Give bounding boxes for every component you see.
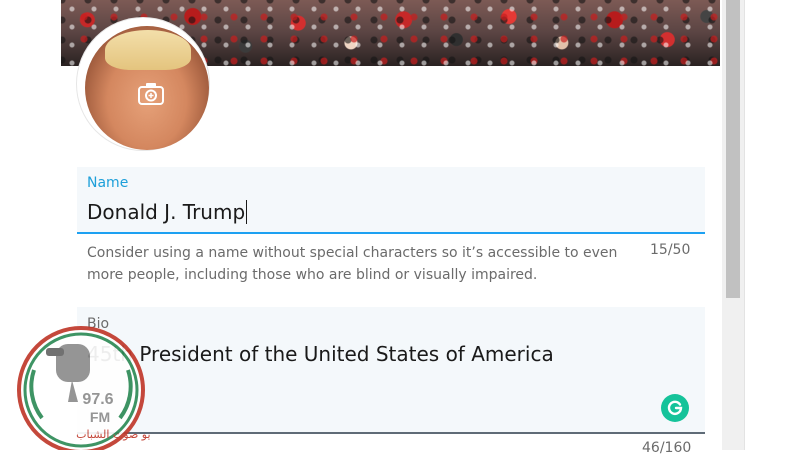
avatar-photo <box>85 26 209 150</box>
grammarly-icon[interactable] <box>661 394 689 422</box>
name-label: Name <box>87 175 129 191</box>
name-field[interactable]: Name Donald J. Trump <box>77 167 705 234</box>
scrollbar-thumb[interactable] <box>726 0 740 298</box>
avatar[interactable] <box>77 18 209 150</box>
station-logo: 97.6 FM راديو صوت الشباب <box>17 326 150 450</box>
name-char-count: 15/50 <box>650 242 691 258</box>
name-help-text: Consider using a name without special ch… <box>87 245 618 283</box>
watermark-band: FM <box>90 409 110 425</box>
text-caret <box>246 200 248 224</box>
watermark-station-text: راديو صوت الشباب <box>76 428 150 441</box>
avatar-hair <box>105 30 191 70</box>
bio-field[interactable]: Bio 45th President of the United States … <box>77 307 705 434</box>
bio-char-count: 46/160 <box>642 440 692 456</box>
camera-icon[interactable] <box>137 82 165 106</box>
watermark-frequency: 97.6 <box>82 391 113 408</box>
grammarly-g-glyph <box>667 400 683 415</box>
name-input[interactable]: Donald J. Trump <box>87 200 248 224</box>
bio-input[interactable]: 45th President of the United States of A… <box>87 342 554 366</box>
name-input-value: Donald J. Trump <box>87 200 246 224</box>
panel-edge <box>744 0 745 450</box>
